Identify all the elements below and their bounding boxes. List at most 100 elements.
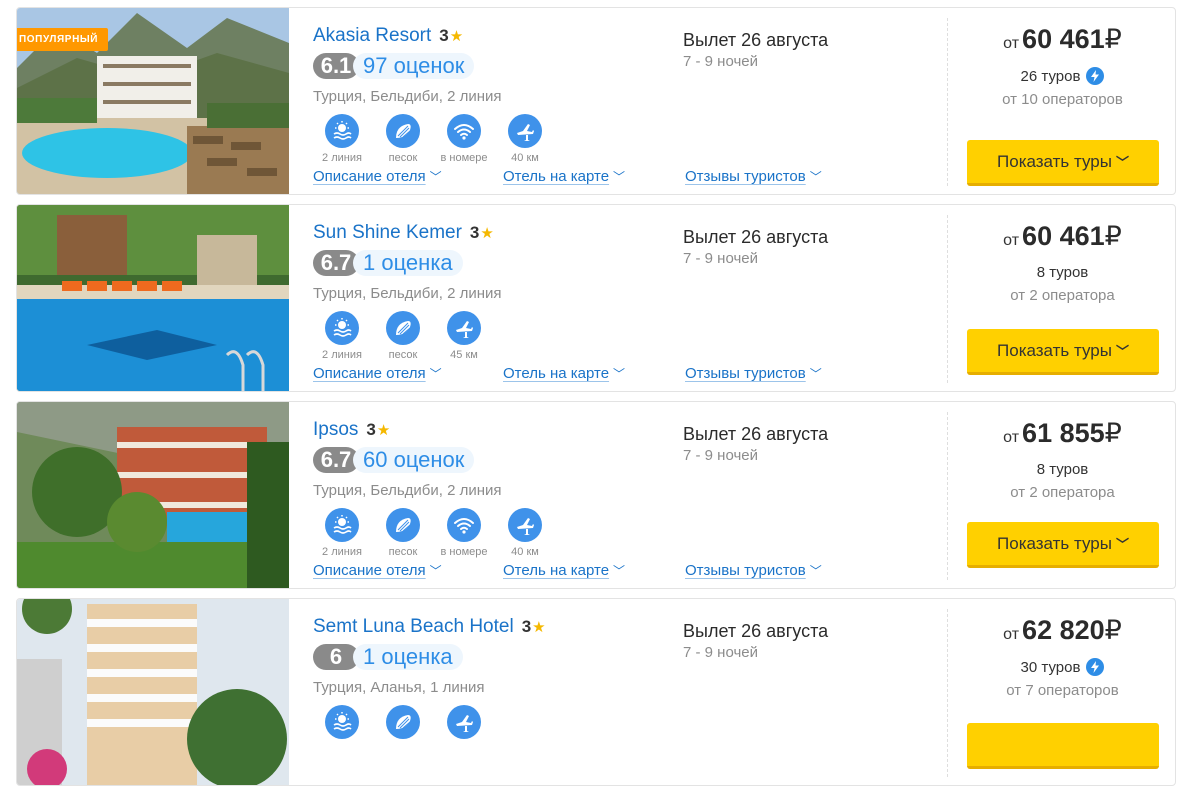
flight-nights: 7 - 9 ночей bbox=[683, 447, 759, 464]
hotel-reviews-link[interactable]: Отзывы туристов ﹀ bbox=[685, 562, 822, 579]
amenities: 2 линия песок 45 км bbox=[313, 311, 673, 361]
hotel-stars: 3 ★ bbox=[366, 420, 391, 439]
amenity-wifi: в номере bbox=[435, 114, 493, 164]
show-tours-button[interactable]: Показать туры ﹀ bbox=[967, 522, 1159, 568]
chevron-down-icon: ﹀ bbox=[613, 367, 626, 381]
operators-count: от 7 операторов bbox=[1006, 682, 1119, 699]
hotel-card: популярный bbox=[16, 7, 1176, 195]
flight-nights: 7 - 9 ночей bbox=[683, 644, 759, 661]
chevron-down-icon: ﹀ bbox=[429, 564, 442, 578]
rating[interactable]: 6.1 97 оценок bbox=[313, 52, 673, 80]
price: от 62 820₽ bbox=[1003, 615, 1122, 645]
hotel-card: Semt Luna Beach Hotel 3 ★ 6 1 оценка Турц… bbox=[16, 598, 1176, 786]
hotel-map-link[interactable]: Отель на карте ﹀ bbox=[503, 365, 625, 382]
hotel-map-link[interactable]: Отель на карте ﹀ bbox=[503, 168, 625, 185]
price: от 60 461₽ bbox=[1003, 24, 1122, 54]
hotel-name[interactable]: Ipsos bbox=[313, 419, 358, 441]
operators-count: от 2 оператора bbox=[1010, 287, 1115, 304]
lightning-icon bbox=[1086, 658, 1105, 676]
star-icon: ★ bbox=[532, 619, 546, 636]
hotel-info: Semt Luna Beach Hotel 3 ★ 6 1 оценка Турц… bbox=[313, 613, 673, 739]
hotel-info: Akasia Resort 3 ★ 6.1 97 оценок Турция, Б… bbox=[313, 22, 673, 164]
hotel-links: Описание отеля ﹀ Отель на карте ﹀ Отзывы т… bbox=[313, 562, 873, 582]
show-tours-button[interactable]: Показать туры ﹀ bbox=[967, 140, 1159, 186]
chevron-down-icon: ﹀ bbox=[429, 367, 442, 381]
hotel-location: Турция, Бельдиби, 2 линия bbox=[313, 88, 502, 105]
hotel-description-link[interactable]: Описание отеля ﹀ bbox=[313, 168, 442, 185]
hotel-description-link[interactable]: Описание отеля ﹀ bbox=[313, 562, 442, 579]
hotel-info: Sun Shine Kemer 3 ★ 6.7 1 оценка Турция, … bbox=[313, 219, 673, 361]
chevron-down-icon: ﹀ bbox=[613, 564, 626, 578]
flight-date: Вылет 26 августа bbox=[683, 227, 829, 247]
price-amount: 60 461 bbox=[1022, 24, 1105, 54]
price-column: от 60 461₽ 8 туров от 2 оператора Показат… bbox=[947, 215, 1175, 383]
hotel-map-link[interactable]: Отель на карте ﹀ bbox=[503, 562, 625, 579]
rating[interactable]: 6.7 60 оценок bbox=[313, 446, 673, 474]
hotel-name[interactable]: Sun Shine Kemer bbox=[313, 222, 462, 244]
chevron-down-icon: ﹀ bbox=[429, 170, 442, 184]
chevron-down-icon: ﹀ bbox=[613, 170, 626, 184]
hotel-description-link[interactable]: Описание отеля ﹀ bbox=[313, 365, 442, 382]
show-tours-button[interactable]: Показать туры ﹀ bbox=[967, 329, 1159, 375]
flight-date: Вылет 26 августа bbox=[683, 621, 829, 641]
flight-nights: 7 - 9 ночей bbox=[683, 250, 759, 267]
amenities bbox=[313, 705, 673, 739]
price-column: от 60 461₽ 26 туров от 10 операторов Пока… bbox=[947, 18, 1175, 186]
tours-count: 8 туров bbox=[1036, 264, 1089, 281]
hotel-stars: 3 ★ bbox=[439, 26, 464, 45]
flight-date: Вылет 26 августа bbox=[683, 30, 829, 50]
amenity-airport: 40 км bbox=[496, 114, 554, 164]
wifi-icon bbox=[447, 114, 481, 148]
hotel-location: Турция, Бельдиби, 2 линия bbox=[313, 285, 502, 302]
price-amount: 62 820 bbox=[1022, 615, 1105, 645]
hotel-photo[interactable] bbox=[17, 599, 289, 785]
beach-line-icon bbox=[325, 508, 359, 542]
airport-distance-icon bbox=[508, 114, 542, 148]
price-column: от 61 855₽ 8 туров от 2 оператора Показат… bbox=[947, 412, 1175, 580]
rating[interactable]: 6.7 1 оценка bbox=[313, 249, 673, 277]
hotel-card: Sun Shine Kemer 3 ★ 6.7 1 оценка Турция, … bbox=[16, 204, 1176, 392]
lightning-icon bbox=[1086, 67, 1105, 85]
hotel-name[interactable]: Akasia Resort bbox=[313, 25, 431, 47]
amenity-beach-line: 2 линия bbox=[313, 114, 371, 164]
flight-info: Вылет 26 августа 7 - 9 ночей bbox=[683, 621, 913, 661]
chevron-down-icon: ﹀ bbox=[809, 564, 822, 578]
hotel-photo[interactable] bbox=[17, 205, 289, 391]
hotel-reviews-link[interactable]: Отзывы туристов ﹀ bbox=[685, 168, 822, 185]
hotel-stars: 3 ★ bbox=[521, 617, 546, 636]
amenities: 2 линия песок в номере 40 км bbox=[313, 114, 673, 164]
hotel-photo[interactable] bbox=[17, 402, 289, 588]
price-column: от 62 820₽ 30 туров от 7 операторов bbox=[947, 609, 1175, 777]
amenity-airport: 40 км bbox=[496, 508, 554, 558]
amenity-beach-line bbox=[313, 705, 371, 739]
chevron-down-icon: ﹀ bbox=[809, 170, 822, 184]
amenities: 2 линия песок в номере 40 км bbox=[313, 508, 673, 558]
hotel-reviews-link[interactable]: Отзывы туристов ﹀ bbox=[685, 365, 822, 382]
reviews-count[interactable]: 97 оценок bbox=[353, 53, 475, 79]
reviews-count[interactable]: 1 оценка bbox=[353, 250, 463, 276]
chevron-down-icon: ﹀ bbox=[1115, 155, 1129, 170]
price-amount: 60 461 bbox=[1022, 221, 1105, 251]
show-tours-button[interactable] bbox=[967, 723, 1159, 769]
beach-line-icon bbox=[325, 705, 359, 739]
amenity-beach-line: 2 линия bbox=[313, 311, 371, 361]
reviews-count[interactable]: 60 оценок bbox=[353, 447, 475, 473]
flight-info: Вылет 26 августа 7 - 9 ночей bbox=[683, 424, 913, 464]
flight-nights: 7 - 9 ночей bbox=[683, 53, 759, 70]
operators-count: от 2 оператора bbox=[1010, 484, 1115, 501]
hotel-name[interactable]: Semt Luna Beach Hotel bbox=[313, 616, 514, 638]
operators-count: от 10 операторов bbox=[1002, 91, 1123, 108]
amenity-airport: 45 км bbox=[435, 311, 493, 361]
beach-line-icon bbox=[325, 114, 359, 148]
price: от 61 855₽ bbox=[1003, 418, 1122, 448]
flight-info: Вылет 26 августа 7 - 9 ночей bbox=[683, 227, 913, 267]
reviews-count[interactable]: 1 оценка bbox=[353, 644, 463, 670]
chevron-down-icon: ﹀ bbox=[1115, 344, 1129, 359]
hotel-location: Турция, Аланья, 1 линия bbox=[313, 679, 485, 696]
price: от 60 461₽ bbox=[1003, 221, 1122, 251]
airport-distance-icon bbox=[447, 311, 481, 345]
hotel-list: популярный bbox=[0, 0, 1200, 786]
rating[interactable]: 6 1 оценка bbox=[313, 643, 673, 671]
star-icon: ★ bbox=[376, 422, 391, 439]
tours-count: 8 туров bbox=[1036, 461, 1089, 478]
